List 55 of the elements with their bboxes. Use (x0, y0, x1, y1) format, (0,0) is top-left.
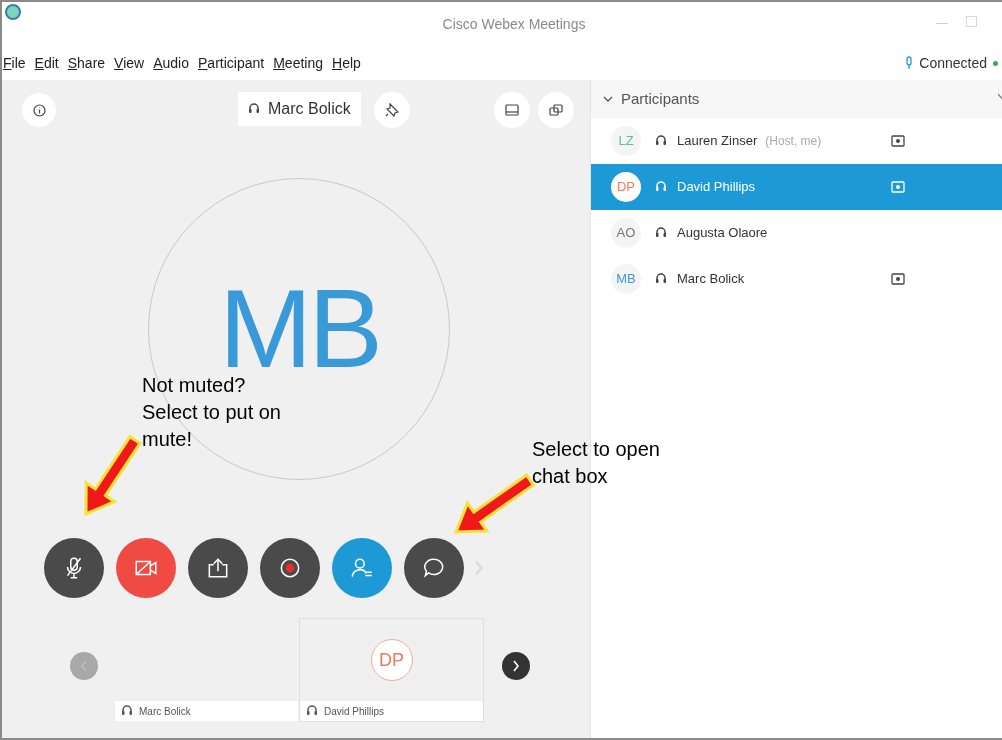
headset-icon (121, 704, 133, 718)
chevron-right-icon (512, 660, 520, 672)
participant-role: (Host, me) (765, 133, 822, 150)
windows-icon (549, 104, 563, 116)
menu-item[interactable]: Share (67, 52, 106, 74)
video-tile[interactable]: DP David Phillips (299, 618, 484, 722)
menu-item[interactable]: View (114, 52, 145, 74)
pin-icon (385, 103, 399, 117)
video-tile[interactable]: Marc Bolick (114, 618, 299, 722)
menu-item[interactable]: Help (332, 52, 361, 74)
avatar: AO (611, 218, 641, 248)
share-button[interactable] (188, 538, 248, 598)
connection-status: Connected (919, 53, 987, 73)
window-mode-button[interactable] (538, 92, 574, 128)
avatar: MB (611, 264, 641, 294)
pin-button[interactable] (374, 92, 410, 128)
window-title: Cisco Webex Meetings (442, 14, 586, 34)
headset-icon (655, 134, 667, 148)
headset-icon (248, 102, 260, 116)
collapse-chevron-icon[interactable] (603, 95, 613, 103)
info-icon (32, 103, 46, 117)
headset-icon (655, 226, 667, 240)
record-button[interactable] (260, 538, 320, 598)
layout-icon (505, 104, 519, 116)
next-button[interactable] (502, 652, 530, 680)
avatar: DP (370, 639, 413, 681)
layout-button[interactable] (494, 92, 530, 128)
menu-item[interactable]: Audio (153, 52, 189, 74)
avatar: DP (611, 172, 641, 202)
menu-item[interactable]: Meeting (273, 52, 323, 74)
chat-button[interactable] (404, 538, 464, 598)
speaker-label: Marc Bolick (238, 92, 361, 126)
annotation-text: Select to open chat box (532, 437, 661, 489)
menu-item[interactable]: Participant (198, 52, 265, 74)
mute-button[interactable] (44, 538, 104, 598)
menu-item[interactable]: Edit (34, 52, 59, 74)
headset-icon (655, 272, 667, 286)
menu-item[interactable]: File (3, 52, 26, 74)
app-logo-icon (5, 4, 21, 20)
microphone-icon (905, 56, 914, 70)
headset-icon (306, 704, 318, 718)
participant-name: Lauren Zinser (677, 132, 758, 151)
participant-name: David Phillips (324, 704, 385, 719)
video-button[interactable] (116, 538, 176, 598)
participant-name: David Phillips (677, 178, 756, 197)
avatar: LZ (611, 126, 641, 156)
participants-button[interactable] (332, 538, 392, 598)
previous-button[interactable] (70, 652, 98, 680)
participant-name: Marc Bolick (677, 270, 745, 289)
participant-name: Augusta Olaore (677, 224, 768, 243)
info-button[interactable] (22, 93, 56, 127)
annotation-text: Not muted? Select to put on mute! (142, 373, 282, 452)
participant-name: Marc Bolick (139, 704, 191, 719)
panel-title: Participants (621, 88, 700, 109)
headset-icon (655, 180, 667, 194)
